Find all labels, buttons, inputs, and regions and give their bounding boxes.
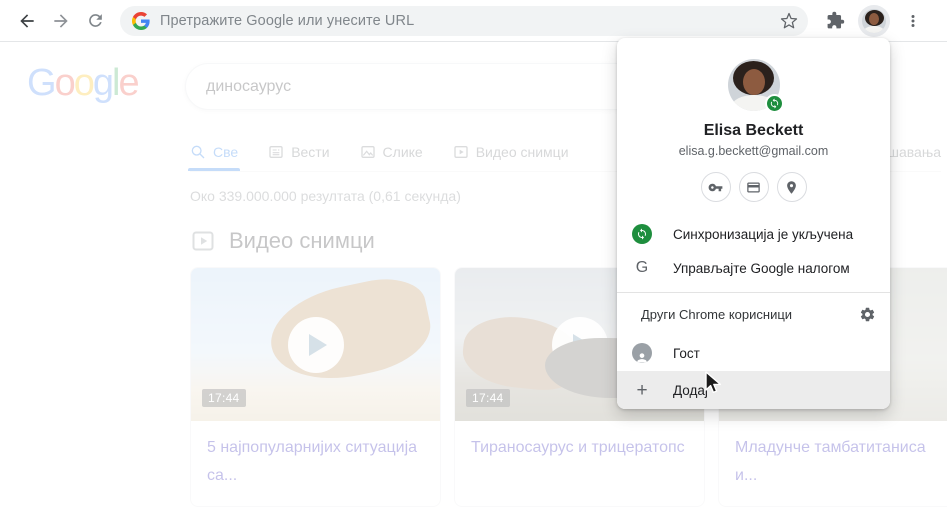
sync-status-label: Синхронизација је укључена: [673, 226, 854, 242]
play-icon[interactable]: [551, 316, 608, 373]
video-section-icon: [192, 231, 214, 251]
profile-name: Elisa Beckett: [703, 122, 804, 139]
browser-toolbar: Претражите Google или унесите URL: [0, 0, 947, 42]
video-thumbnail[interactable]: 17:44: [191, 268, 440, 421]
google-logo: Google: [27, 62, 140, 104]
video-icon: [454, 145, 468, 158]
user-avatar-icon: [862, 8, 886, 33]
play-icon[interactable]: [287, 316, 344, 373]
plus-icon: +: [636, 379, 648, 401]
images-icon: [360, 145, 375, 158]
sync-on-icon: [632, 224, 652, 244]
video-duration: 17:44: [202, 389, 246, 407]
videos-section-header: Видео снимци: [191, 228, 375, 254]
extensions-icon[interactable]: [818, 4, 852, 38]
manage-account-item[interactable]: G Управљајте Google налогом: [617, 251, 890, 285]
google-g-gray-icon: G: [635, 259, 649, 276]
search-icon: [191, 145, 205, 158]
forward-icon[interactable]: [44, 4, 78, 38]
address-bar[interactable]: Претражите Google или унесите URL: [120, 5, 808, 36]
addresses-pin-icon[interactable]: [776, 172, 807, 202]
video-title[interactable]: Младунче тамбатитаниса и...: [719, 421, 947, 506]
tab-all[interactable]: Све: [187, 132, 241, 171]
browser-window: Претражите Google или унесите URL Google…: [0, 0, 947, 531]
passwords-key-icon[interactable]: [700, 172, 731, 202]
payment-card-icon[interactable]: [738, 172, 769, 202]
other-users-section: Други Chrome корисници: [617, 293, 890, 335]
other-users-header: Други Chrome корисници: [641, 306, 793, 322]
logo-letter: G: [27, 62, 57, 104]
add-user-item[interactable]: + Додај: [617, 371, 890, 409]
video-card[interactable]: 17:44 5 најпопуларнијих ситуација са...: [190, 267, 441, 507]
tab-videos[interactable]: Видео снимци: [453, 132, 569, 171]
profile-menu-header: Elisa Beckett elisa.g.beckett@gmail.com: [617, 38, 890, 158]
sync-status-item[interactable]: Синхронизација је укључена: [617, 217, 890, 251]
profile-menu: Elisa Beckett elisa.g.beckett@gmail.com …: [617, 38, 890, 409]
video-title[interactable]: 5 најпопуларнијих ситуација са...: [191, 421, 440, 506]
manage-users-gear-icon[interactable]: [859, 306, 876, 323]
guest-avatar-icon: [632, 343, 652, 363]
profile-avatar-button[interactable]: [858, 4, 890, 37]
mouse-cursor: [703, 371, 725, 400]
refresh-icon[interactable]: [78, 4, 112, 38]
manage-account-label: Управљајте Google налогом: [673, 260, 850, 276]
sync-badge-icon: [764, 94, 784, 113]
results-stats: Око 339.000.000 резултата (0,61 секунда): [190, 188, 461, 204]
profile-avatar: [727, 59, 784, 113]
tab-images[interactable]: Слике: [360, 132, 423, 171]
videos-section-title: Видео снимци: [229, 228, 375, 253]
google-g-icon: [132, 11, 150, 30]
guest-user-item[interactable]: Гост: [617, 335, 890, 371]
news-icon: [269, 145, 283, 158]
bookmark-star-icon[interactable]: [780, 12, 798, 30]
video-duration: 17:44: [466, 389, 510, 407]
back-icon[interactable]: [10, 4, 44, 38]
video-title[interactable]: Тираносаурус и трицератопс: [455, 421, 704, 504]
search-query[interactable]: диносаурус: [206, 78, 291, 96]
profile-email: elisa.g.beckett@gmail.com: [678, 144, 829, 158]
address-placeholder[interactable]: Претражите Google или унесите URL: [160, 13, 780, 29]
profile-shortcuts: [617, 172, 890, 217]
tab-news[interactable]: Вести: [268, 132, 330, 171]
browser-menu-icon[interactable]: [896, 4, 930, 38]
guest-label: Гост: [673, 345, 700, 361]
